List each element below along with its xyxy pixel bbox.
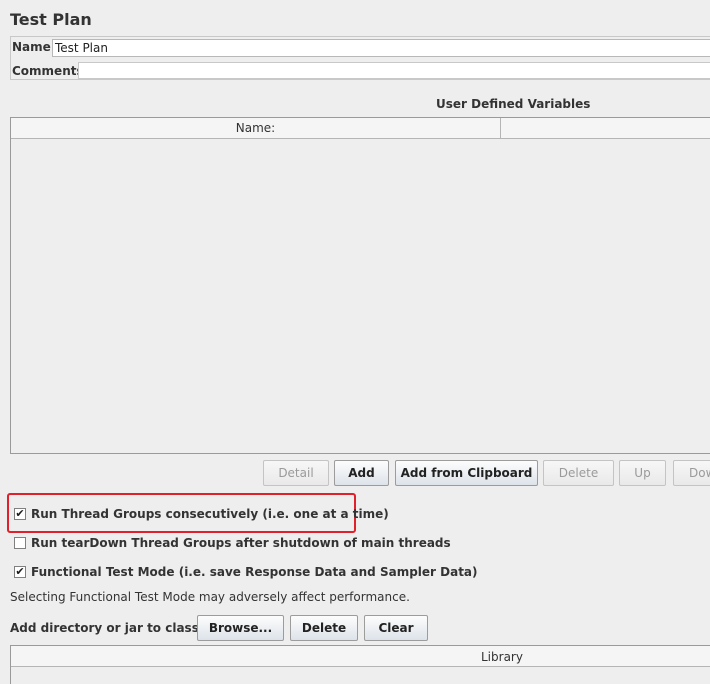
add-button[interactable]: Add (334, 460, 389, 486)
column-header-library[interactable]: Library (481, 646, 523, 668)
run-teardown-option[interactable]: Run tearDown Thread Groups after shutdow… (14, 535, 451, 551)
browse-button[interactable]: Browse... (197, 615, 284, 641)
add-from-clipboard-button[interactable]: Add from Clipboard (395, 460, 538, 486)
column-header-value[interactable] (501, 118, 710, 138)
up-button[interactable]: Up (619, 460, 666, 486)
name-label: Name: (12, 40, 56, 54)
library-table[interactable]: Library (10, 645, 710, 684)
functional-test-mode-option[interactable]: ✔ Functional Test Mode (i.e. save Respon… (14, 564, 478, 580)
delete-variable-button[interactable]: Delete (543, 460, 614, 486)
down-button[interactable]: Dow (673, 460, 710, 486)
functional-mode-note: Selecting Functional Test Mode may adver… (10, 590, 410, 604)
delete-library-button[interactable]: Delete (290, 615, 358, 641)
clear-button[interactable]: Clear (364, 615, 428, 641)
run-consecutively-option[interactable]: ✔ Run Thread Groups consecutively (i.e. … (14, 506, 389, 522)
variables-table[interactable]: Name: (10, 117, 710, 454)
functional-test-mode-label: Functional Test Mode (i.e. save Response… (31, 565, 478, 579)
user-defined-variables-title: User Defined Variables (436, 97, 591, 111)
run-consecutively-label: Run Thread Groups consecutively (i.e. on… (31, 507, 389, 521)
run-consecutively-checkbox[interactable]: ✔ (14, 508, 26, 520)
name-input[interactable]: Test Plan (52, 39, 710, 57)
run-teardown-label: Run tearDown Thread Groups after shutdow… (31, 536, 451, 550)
run-teardown-checkbox[interactable] (14, 537, 26, 549)
column-header-name[interactable]: Name: (11, 118, 501, 138)
functional-test-mode-checkbox[interactable]: ✔ (14, 566, 26, 578)
comments-input[interactable] (78, 62, 710, 79)
variables-table-header: Name: (11, 118, 710, 139)
library-table-header: Library (11, 646, 710, 667)
page-title: Test Plan (10, 10, 92, 29)
detail-button[interactable]: Detail (263, 460, 329, 486)
comments-label: Comments: (12, 64, 89, 78)
test-plan-panel: Test Plan Name: Test Plan Comments: User… (0, 0, 710, 684)
